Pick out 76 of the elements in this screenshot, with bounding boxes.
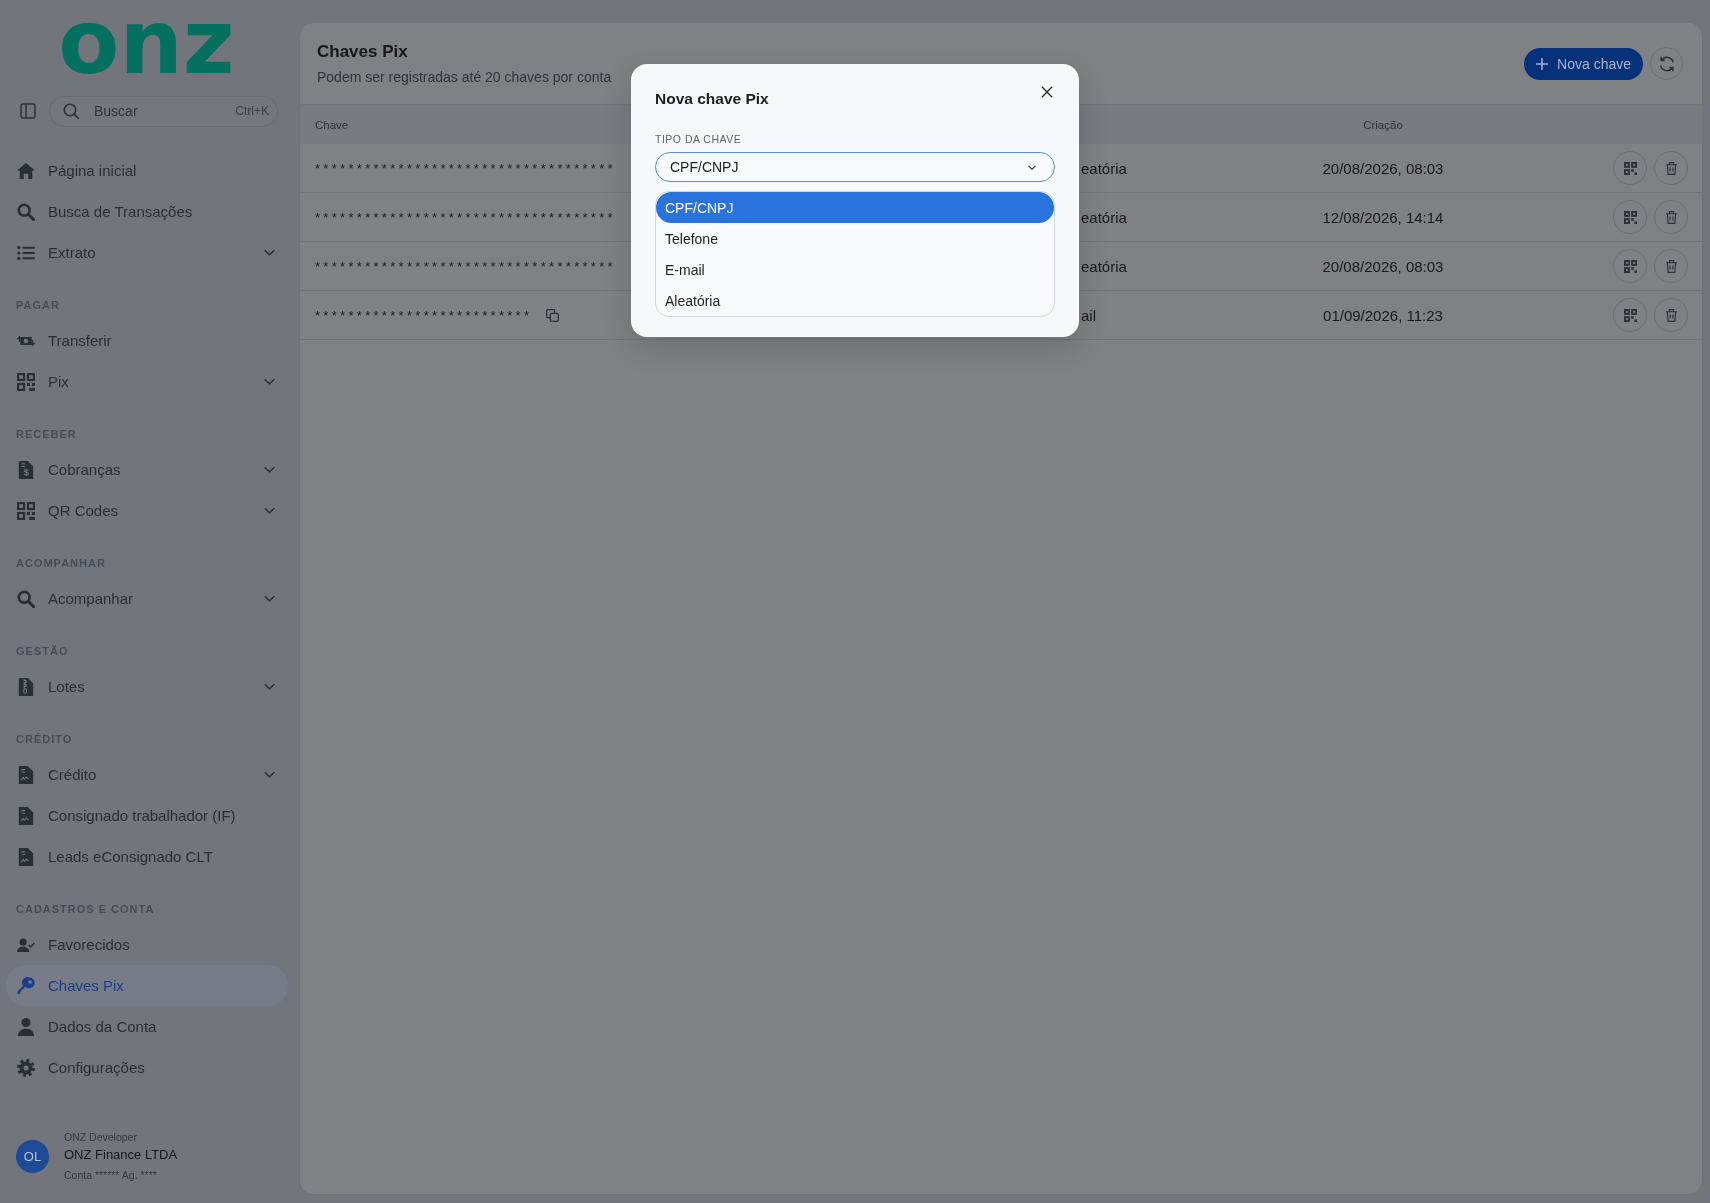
trash-icon xyxy=(1664,259,1678,273)
refresh-icon xyxy=(1658,55,1675,72)
qr-code-icon xyxy=(1623,161,1637,175)
nav-item[interactable]: Acompanhar xyxy=(6,578,288,620)
table-cell: ail xyxy=(1081,306,1096,324)
nav-item[interactable]: Crédito xyxy=(6,754,288,796)
gear-icon xyxy=(17,1058,35,1077)
document-icon xyxy=(17,847,35,866)
sidebar-toggle-icon[interactable] xyxy=(20,103,36,120)
modal-title: Nova chave Pix xyxy=(655,89,769,109)
table-cell: 20/08/2026, 08:03 xyxy=(1322,257,1444,275)
document-icon xyxy=(17,806,35,825)
column-header: Criação xyxy=(1363,118,1403,131)
nav-item[interactable]: Configurações xyxy=(6,1047,288,1089)
key-icon xyxy=(17,976,35,995)
column-header: Chave xyxy=(314,118,349,131)
trash-icon xyxy=(1664,308,1678,322)
table-cell: eatória xyxy=(1081,159,1127,177)
nav-item[interactable]: Favorecidos xyxy=(6,924,288,966)
close-icon[interactable] xyxy=(1041,86,1053,98)
shortcut-hint: Ctrl+K xyxy=(235,103,269,119)
dropdown-option[interactable]: E-mail xyxy=(656,254,1054,285)
nav-item[interactable]: Leads eConsignado CLT xyxy=(6,836,288,878)
masked-key: ************************************ xyxy=(315,258,616,274)
nav-item[interactable]: Dados da Conta xyxy=(6,1006,288,1048)
qr-code-icon xyxy=(17,372,35,391)
nav-item[interactable]: Extrato xyxy=(6,232,288,274)
home-icon xyxy=(17,161,35,180)
document-icon xyxy=(17,765,35,784)
avatar: OL xyxy=(16,1139,49,1173)
qr-code-icon xyxy=(1623,259,1637,273)
nav-item[interactable]: Transferir xyxy=(6,320,288,362)
nav-item[interactable]: Pix xyxy=(6,361,288,403)
nav-item[interactable]: Página inicial xyxy=(6,150,288,192)
account-info: Conta ****** Ag. **** xyxy=(64,1168,157,1183)
list-icon xyxy=(17,243,35,262)
trash-icon xyxy=(1664,210,1678,224)
select-field[interactable]: CPF/CNPJ xyxy=(655,152,1055,182)
search-icon xyxy=(17,589,35,608)
chevron-down-icon xyxy=(1028,164,1036,170)
page-title: Chaves Pix xyxy=(317,41,408,63)
table-cell: eatória xyxy=(1081,208,1127,226)
logo: onz xyxy=(58,5,235,81)
nav-item[interactable]: Chaves Pix xyxy=(6,965,288,1007)
table-cell: 01/09/2026, 11:23 xyxy=(1323,306,1443,324)
qr-code-icon xyxy=(17,501,35,520)
user-role: ONZ Developer xyxy=(64,1130,137,1145)
table-cell: eatória xyxy=(1081,257,1127,275)
page-subtitle: Podem ser registradas até 20 chaves por conta xyxy=(317,68,612,86)
masked-key: ************************** xyxy=(315,307,533,323)
dropdown-option[interactable]: Telefone xyxy=(656,223,1054,254)
nav-item[interactable]: Consignado trabalhador (IF) xyxy=(6,795,288,837)
search-icon xyxy=(63,103,79,120)
nav-item[interactable]: Lotes xyxy=(6,666,288,708)
copy-icon[interactable] xyxy=(546,308,560,322)
dropdown-option[interactable]: CPF/CNPJ xyxy=(656,192,1054,223)
nav-item[interactable]: Busca de Transações xyxy=(6,191,288,233)
nav-item[interactable]: QR Codes xyxy=(6,490,288,532)
table-cell: 20/08/2026, 08:03 xyxy=(1322,159,1444,177)
qr-code-button[interactable] xyxy=(1613,249,1647,283)
invoice-icon xyxy=(17,460,35,479)
new-key-button[interactable]: Nova chave xyxy=(1524,47,1643,80)
table-cell: 12/08/2026, 14:14 xyxy=(1322,208,1444,226)
user-icon xyxy=(17,1017,35,1036)
zip-file-icon xyxy=(17,677,35,696)
qr-code-icon xyxy=(1623,210,1637,224)
search-icon xyxy=(17,202,35,221)
masked-key: ************************************ xyxy=(315,209,616,225)
dropdown-option[interactable]: Aleatória xyxy=(656,285,1054,316)
qr-code-icon xyxy=(1623,308,1637,322)
company-name: ONZ Finance LTDA xyxy=(64,1146,178,1164)
masked-key: ************************************ xyxy=(315,160,616,176)
field-label: TIPO DA CHAVE xyxy=(655,132,742,146)
trash-icon xyxy=(1664,161,1678,175)
plus-icon xyxy=(1536,57,1549,70)
nav-item[interactable]: Cobranças xyxy=(6,449,288,491)
